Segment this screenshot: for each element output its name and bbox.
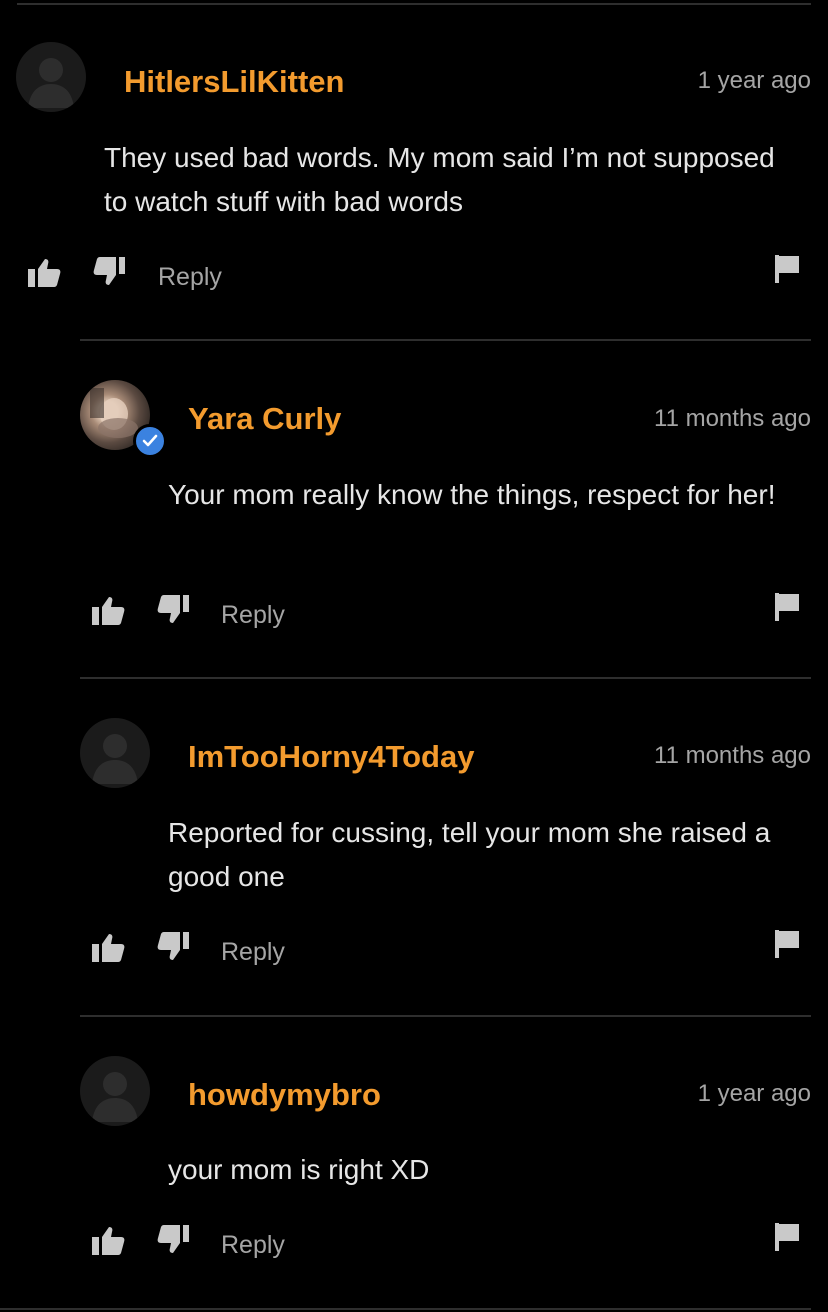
comment-text: your mom is right XD xyxy=(168,1154,430,1185)
thumbs-down-icon xyxy=(157,1225,189,1253)
thumbs-up-icon xyxy=(92,1227,125,1255)
username[interactable]: howdymybro xyxy=(188,1077,381,1113)
timestamp: 1 year ago xyxy=(697,1080,811,1107)
comment-reply: howdymybro 1 year ago your mom is right … xyxy=(0,0,828,1310)
flag-button[interactable] xyxy=(770,1220,804,1254)
user-silhouette-icon xyxy=(92,1072,138,1122)
avatar[interactable] xyxy=(80,1056,150,1126)
bottom-divider xyxy=(0,1308,811,1310)
reply-button[interactable]: Reply xyxy=(221,1230,285,1260)
like-button[interactable] xyxy=(88,1223,128,1259)
flag-icon xyxy=(775,1223,799,1251)
dislike-button[interactable] xyxy=(154,1221,194,1257)
